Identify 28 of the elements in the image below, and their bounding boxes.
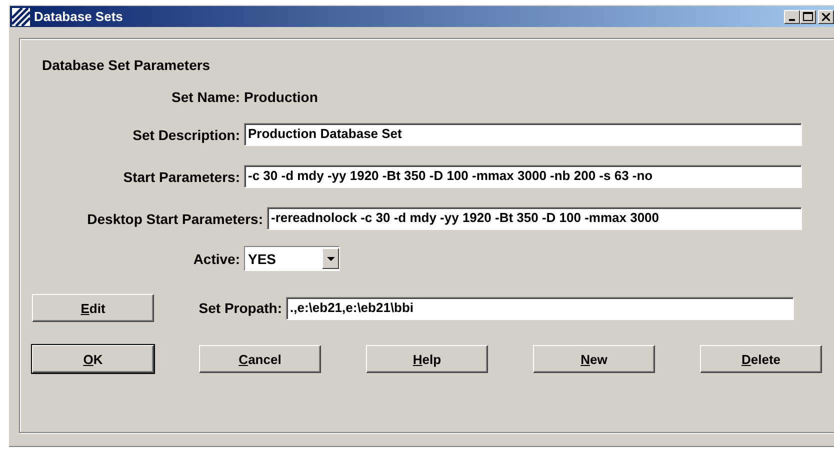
edit-button[interactable]: Edit bbox=[32, 294, 154, 322]
dialog-button[interactable]: Delete bbox=[700, 345, 822, 373]
active-dropdown[interactable]: YES bbox=[244, 246, 340, 271]
dialog-button[interactable]: New bbox=[533, 345, 655, 373]
group-title: Database Set Parameters bbox=[42, 57, 212, 73]
dialog-button[interactable]: Cancel bbox=[199, 345, 321, 373]
field-label: Start Parameters: bbox=[122, 168, 241, 184]
caret-icon bbox=[326, 256, 334, 260]
field-label: Active: bbox=[192, 250, 241, 266]
window-title: Database Sets bbox=[34, 9, 123, 24]
close-icon bbox=[822, 12, 830, 20]
maximize-icon bbox=[803, 12, 813, 21]
text-field[interactable]: -c 30 -d mdy -yy 1920 -Bt 350 -D 100 -mmax 3000 -nb 200 -s 63 -no bbox=[244, 165, 802, 188]
close-button[interactable] bbox=[818, 10, 834, 24]
field-label: Set Description: bbox=[132, 126, 241, 142]
set-name-value: Production bbox=[244, 89, 318, 105]
field-label: Set Propath: bbox=[198, 300, 283, 316]
text-field[interactable]: Production Database Set bbox=[244, 123, 802, 146]
dialog-button[interactable]: Help bbox=[366, 345, 488, 373]
field-label: Set Name: bbox=[170, 89, 241, 105]
text-field[interactable]: -rereadnolock -c 30 -d mdy -yy 1920 -Bt 350 -D 100 -mmax 3000 bbox=[267, 207, 802, 230]
minimize-icon bbox=[789, 18, 795, 20]
propath-field[interactable]: .,e:\eb21,e:\eb21\bbi bbox=[286, 296, 794, 320]
minimize-button[interactable] bbox=[784, 10, 800, 24]
app-icon bbox=[12, 8, 30, 26]
dialog-button[interactable]: OK bbox=[32, 345, 154, 373]
maximize-button[interactable] bbox=[800, 10, 816, 24]
field-label: Desktop Start Parameters: bbox=[86, 210, 264, 226]
